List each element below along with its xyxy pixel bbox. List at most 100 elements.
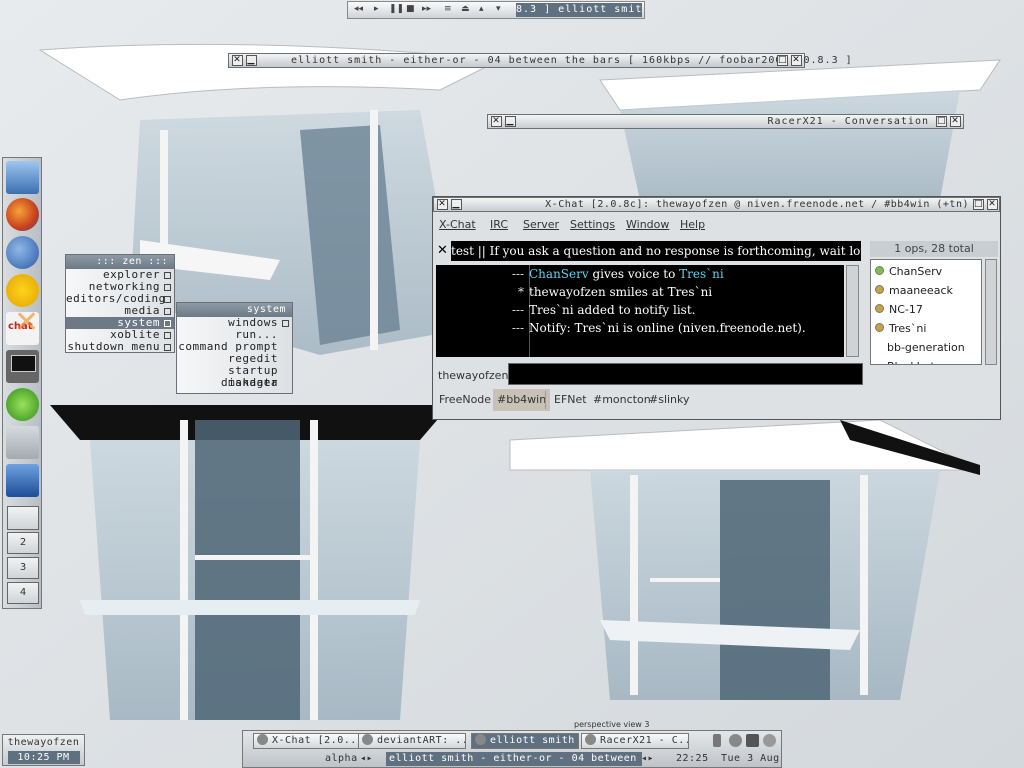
player-window-titlebar[interactable]: ✕ ▁ elliott smith - either-or - 04 betwe… <box>228 53 852 68</box>
volume-up-button[interactable]: ▴ <box>479 4 484 14</box>
maximize-icon[interactable]: □ <box>936 116 947 127</box>
taskbar-button[interactable]: deviantART: ... <box>358 733 466 749</box>
user-icon[interactable] <box>6 426 39 459</box>
user-list-item[interactable]: maaneeack <box>875 281 953 300</box>
maximize-icon[interactable]: □ <box>777 55 788 66</box>
desktop-3-button[interactable]: 3 <box>7 557 39 579</box>
taskbar-button-label: RacerX21 - C... <box>600 735 689 746</box>
next-track-icon[interactable]: ◂▸ <box>641 752 654 766</box>
taskbar-button-label: elliott smith ... <box>490 735 578 746</box>
chat-scrollbar[interactable] <box>846 265 859 357</box>
pause-button[interactable]: ❚❚ <box>389 4 404 14</box>
xchat-titlebar[interactable]: ✕ ▁ X-Chat [2.0.8c]: thewayofzen @ niven… <box>433 197 1000 212</box>
tray-shield-icon[interactable] <box>746 734 759 747</box>
chat-text: Notify: Tres`ni is online (niven.freenod… <box>529 321 806 335</box>
submenu-indicator-icon <box>164 344 171 351</box>
channel-tab[interactable]: #slinky <box>645 389 694 411</box>
xbox-icon[interactable] <box>6 388 39 421</box>
play-button[interactable]: ▸ <box>374 4 379 14</box>
stop-button[interactable]: ■ <box>406 4 415 14</box>
media-track-display: 8.3 ] elliott smit <box>516 3 642 17</box>
desktop-2-button[interactable]: 2 <box>7 532 39 554</box>
tray-usb-icon[interactable] <box>713 734 721 747</box>
chat-nick[interactable]: ChanServ <box>529 267 589 281</box>
user-name: Blackbot <box>887 360 935 364</box>
prev-track-icon[interactable]: ◂▸ <box>360 752 373 766</box>
status-date: Tue 3 Aug <box>721 753 780 764</box>
close-icon[interactable]: ✕ <box>437 199 448 210</box>
submenu-indicator-icon <box>164 296 171 303</box>
next-button[interactable]: ▸▸ <box>422 4 431 14</box>
taskbar-button[interactable]: RacerX21 - C... <box>581 733 689 749</box>
system-monitor-icon[interactable] <box>6 350 39 383</box>
chat-line-message: Notify: Tres`ni is online (niven.freenod… <box>529 319 806 337</box>
foobar-icon <box>475 734 486 745</box>
user-list-item[interactable]: ChanServ <box>875 262 942 281</box>
menu-help[interactable]: Help <box>680 218 705 231</box>
aim-icon <box>585 734 596 745</box>
channel-tab[interactable]: #bb4win <box>493 389 551 411</box>
system-menu-item[interactable]: diskdata <box>177 377 292 389</box>
volume-down-button[interactable]: ▾ <box>496 4 501 14</box>
previous-button[interactable]: ◂◂ <box>354 4 363 14</box>
application-dock: chat ✕ 2 3 4 <box>2 157 42 609</box>
menu-window[interactable]: Window <box>626 218 669 231</box>
eject-button[interactable]: ⏏ <box>461 4 470 14</box>
submenu-indicator-icon <box>164 272 171 279</box>
desktop-4-button[interactable]: 4 <box>7 582 39 604</box>
user-list-item[interactable]: Tres`ni <box>875 319 926 338</box>
submenu-indicator-icon <box>164 320 171 327</box>
minimize-icon[interactable]: ▁ <box>451 199 462 210</box>
user-list[interactable]: ChanServ maaneeack NC-17 Tres`ni bb-generati… <box>870 259 982 365</box>
desktop-1-button[interactable] <box>7 506 39 530</box>
user-list-item[interactable]: Blackbot <box>887 357 935 364</box>
close-window-icon[interactable]: ✕ <box>950 116 961 127</box>
maximize-icon[interactable]: □ <box>973 199 984 210</box>
chat-nick[interactable]: Tres`ni <box>679 267 724 281</box>
firefox-icon[interactable] <box>6 198 39 231</box>
channel-tab[interactable]: EFNet <box>550 389 591 411</box>
close-window-icon[interactable]: ✕ <box>987 199 998 210</box>
channel-topic[interactable]: test || If you ask a question and no res… <box>451 241 861 261</box>
user-status-icon <box>875 323 884 332</box>
thunderbird-icon[interactable] <box>6 236 39 269</box>
user-list-scrollbar[interactable] <box>985 259 997 365</box>
user-status-icon <box>875 266 884 275</box>
minimize-icon[interactable]: ▁ <box>505 116 516 127</box>
close-icon[interactable]: ✕ <box>232 55 243 66</box>
system-submenu: system windows run... command prompt regedi… <box>176 302 293 394</box>
user-list-item[interactable]: NC-17 <box>875 300 923 319</box>
xchat-icon <box>257 734 268 745</box>
menu-settings[interactable]: Settings <box>570 218 615 231</box>
clock-user: thewayofzen <box>7 737 80 748</box>
track-display: elliott smith - either-or - 04 between t… <box>386 752 642 766</box>
minimize-icon[interactable]: ▁ <box>246 55 257 66</box>
wallpaper-caption: perspective view 3 <box>574 720 650 729</box>
user-name: maaneeack <box>889 284 953 297</box>
tray-volume-icon[interactable] <box>763 734 776 747</box>
menu-xchat[interactable]: X-Chat <box>439 218 476 231</box>
taskbar-button[interactable]: elliott smith ... <box>471 733 579 749</box>
music-icon[interactable] <box>6 464 39 497</box>
channel-tab[interactable]: FreeNode <box>435 389 495 411</box>
menu-server[interactable]: Server <box>523 218 559 231</box>
nick-button[interactable]: thewayofzen <box>438 369 508 382</box>
message-input[interactable] <box>508 363 863 385</box>
tray-network-icon[interactable] <box>729 734 742 747</box>
taskbar-button[interactable]: X-Chat [2.0... <box>253 733 361 749</box>
playlist-button[interactable]: ≡ <box>444 4 452 14</box>
chat-log[interactable]: --- ChanServ gives voice to Tres`ni * thewa… <box>436 265 844 357</box>
chat-text: thewayofzen smiles at Tres`ni <box>529 285 713 299</box>
xchat-icon[interactable]: chat ✕ <box>6 308 39 345</box>
aim-icon[interactable] <box>6 274 39 307</box>
close-window-icon[interactable]: ✕ <box>791 55 802 66</box>
chat-line-prefix: --- <box>511 321 524 335</box>
close-icon[interactable]: ✕ <box>491 116 502 127</box>
workspace-label: alpha <box>325 753 358 764</box>
zen-menu-item[interactable]: shutdown menu <box>66 341 174 353</box>
my-computer-icon[interactable] <box>6 161 39 194</box>
topic-close-icon[interactable]: ✕ <box>437 243 448 258</box>
conversation-window-titlebar[interactable]: ✕ ▁ RacerX21 - Conversation □ ✕ <box>487 114 964 129</box>
menu-irc[interactable]: IRC <box>490 218 508 231</box>
user-list-item[interactable]: bb-generation <box>887 338 965 357</box>
